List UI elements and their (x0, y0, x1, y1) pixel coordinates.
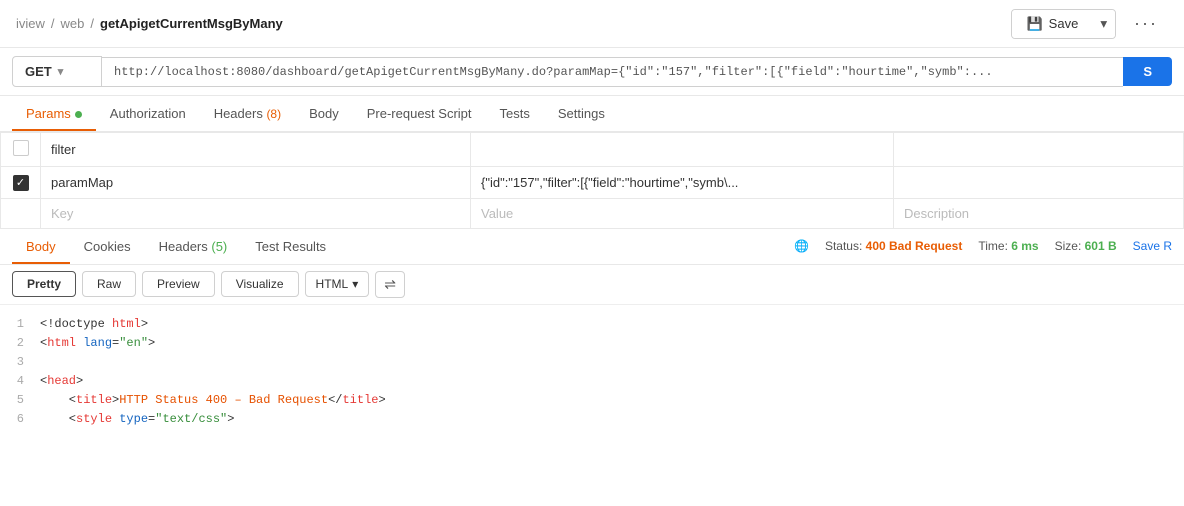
tab-headers[interactable]: Headers (8) (200, 96, 295, 131)
code-area: 1 <!doctype html> 2 <html lang="en"> 3 4… (0, 305, 1184, 440)
visualize-button[interactable]: Visualize (221, 271, 299, 297)
method-label: GET (25, 64, 52, 79)
tab-params[interactable]: Params (12, 96, 96, 131)
save-chevron-button[interactable]: ▾ (1092, 10, 1115, 38)
code-line-3: 3 (0, 353, 1184, 372)
size-value: 601 B (1085, 239, 1117, 253)
resp-tab-cookies[interactable]: Cookies (70, 229, 145, 264)
size-label: Size: 601 B (1055, 239, 1117, 253)
param-key-1[interactable]: filter (41, 133, 471, 167)
response-tabs: Body Cookies Headers (5) Test Results (12, 229, 340, 264)
save-btn-group: 💾 Save ▾ (1011, 9, 1116, 39)
param-checkbox-2[interactable]: ✓ (1, 167, 41, 199)
param-value-placeholder[interactable]: Value (471, 198, 894, 228)
request-tabs: Params Authorization Headers (8) Body Pr… (0, 96, 1184, 132)
save-response-button[interactable]: Save R (1133, 239, 1172, 253)
table-row: filter (1, 133, 1184, 167)
wrap-button[interactable]: ⇌ (375, 271, 405, 298)
param-key-placeholder[interactable]: Key (41, 198, 471, 228)
pretty-button[interactable]: Pretty (12, 271, 76, 297)
chevron-down-icon: ▾ (352, 277, 358, 291)
tab-settings[interactable]: Settings (544, 96, 619, 131)
breadcrumb-sep1: / (51, 16, 55, 31)
response-bar: Body Cookies Headers (5) Test Results 🌐 … (0, 229, 1184, 265)
globe-icon: 🌐 (794, 239, 809, 253)
time-label: Time: 6 ms (978, 239, 1038, 253)
code-line-4: 4 <head> (0, 372, 1184, 391)
time-value: 6 ms (1011, 239, 1038, 253)
code-line-1: 1 <!doctype html> (0, 315, 1184, 334)
url-bar: GET ▾ S (0, 48, 1184, 96)
param-desc-1[interactable] (894, 133, 1184, 167)
params-dot (75, 111, 82, 118)
method-select[interactable]: GET ▾ (12, 56, 102, 87)
param-checkbox-1[interactable] (1, 133, 41, 167)
param-checkbox-new[interactable] (1, 198, 41, 228)
wrap-icon: ⇌ (384, 276, 396, 293)
tab-authorization[interactable]: Authorization (96, 96, 200, 131)
param-value-2[interactable]: {"id":"157","filter":[{"field":"hourtime… (471, 167, 894, 199)
response-status: 🌐 Status: 400 Bad Request Time: 6 ms Siz… (794, 239, 1172, 253)
tab-tests[interactable]: Tests (486, 96, 544, 131)
table-row-placeholder: Key Value Description (1, 198, 1184, 228)
param-key-2[interactable]: paramMap (41, 167, 471, 199)
disk-icon: 💾 (1026, 16, 1042, 32)
top-bar: iview / web / getApigetCurrentMsgByMany … (0, 0, 1184, 48)
param-desc-2[interactable] (894, 167, 1184, 199)
resp-tab-body[interactable]: Body (12, 229, 70, 264)
save-button[interactable]: 💾 Save (1012, 10, 1092, 38)
chevron-down-icon: ▾ (58, 65, 64, 78)
preview-button[interactable]: Preview (142, 271, 215, 297)
save-label: Save (1049, 16, 1079, 31)
table-row: ✓ paramMap {"id":"157","filter":[{"field… (1, 167, 1184, 199)
tab-body[interactable]: Body (295, 96, 353, 131)
code-toolbar: Pretty Raw Preview Visualize HTML ▾ ⇌ (0, 265, 1184, 305)
breadcrumb: iview / web / getApigetCurrentMsgByMany (16, 16, 283, 31)
more-button[interactable]: ··· (1124, 7, 1168, 40)
breadcrumb-part3: getApigetCurrentMsgByMany (100, 16, 283, 31)
code-line-2: 2 <html lang="en"> (0, 334, 1184, 353)
params-table: filter ✓ paramMap {"id":"157","filter":[… (0, 132, 1184, 229)
raw-button[interactable]: Raw (82, 271, 136, 297)
breadcrumb-sep2: / (90, 16, 94, 31)
top-bar-actions: 💾 Save ▾ ··· (1011, 7, 1168, 40)
format-label: HTML (316, 277, 349, 291)
resp-tab-test-results[interactable]: Test Results (241, 229, 340, 264)
status-label: Status: 400 Bad Request (825, 239, 962, 253)
param-desc-placeholder[interactable]: Description (894, 198, 1184, 228)
param-value-1[interactable] (471, 133, 894, 167)
resp-tab-headers[interactable]: Headers (5) (145, 229, 242, 264)
breadcrumb-part2: web (61, 16, 85, 31)
status-badge: 400 Bad Request (866, 239, 963, 253)
breadcrumb-part1: iview (16, 16, 45, 31)
url-input[interactable] (102, 57, 1123, 87)
send-button[interactable]: S (1123, 57, 1172, 86)
code-line-5: 5 <title>HTTP Status 400 – Bad Request</… (0, 391, 1184, 410)
code-line-6: 6 <style type="text/css"> (0, 410, 1184, 429)
format-select[interactable]: HTML ▾ (305, 271, 370, 297)
tab-pre-request-script[interactable]: Pre-request Script (353, 96, 486, 131)
